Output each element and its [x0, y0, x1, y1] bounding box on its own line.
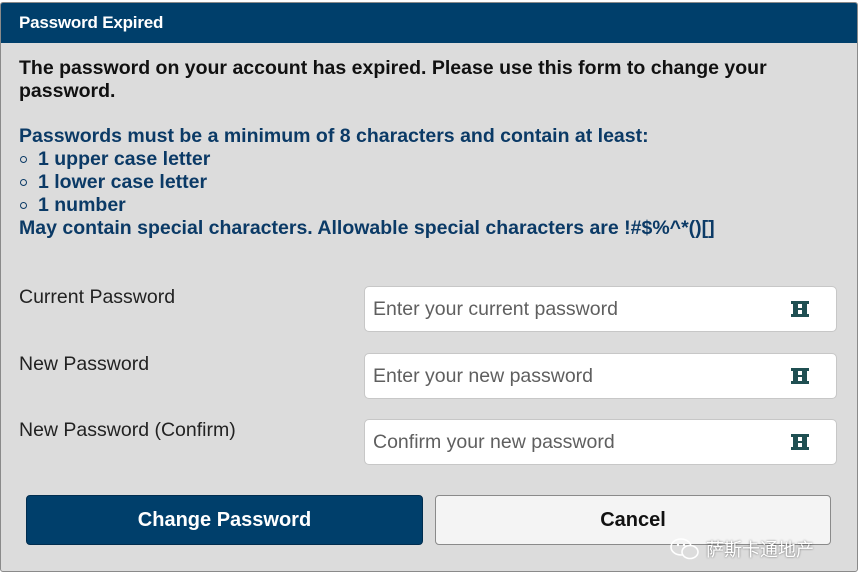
requirement-item: 1 upper case letter [19, 148, 839, 171]
new-password-row: New Password [19, 353, 837, 399]
eye-reveal-icon[interactable] [791, 434, 809, 450]
new-password-field [364, 353, 837, 399]
current-password-input[interactable] [373, 287, 773, 331]
eye-reveal-icon[interactable] [791, 368, 809, 384]
change-password-button[interactable]: Change Password [26, 495, 423, 545]
confirm-password-row: New Password (Confirm) [19, 419, 837, 465]
password-expired-dialog: Password Expired The password on your ac… [0, 2, 858, 572]
watermark-text: 萨斯卡通地产 [706, 540, 814, 560]
requirement-item: 1 number [19, 194, 839, 217]
requirements-heading: Passwords must be a minimum of 8 charact… [19, 125, 649, 147]
eye-reveal-icon[interactable] [791, 301, 809, 317]
special-characters-note: May contain special characters. Allowabl… [19, 217, 715, 239]
confirm-password-label: New Password (Confirm) [19, 419, 236, 441]
new-password-input[interactable] [373, 354, 773, 398]
current-password-row: Current Password [19, 286, 837, 332]
watermark: 萨斯卡通地产 [670, 536, 814, 562]
confirm-password-input[interactable] [373, 420, 773, 464]
requirement-item: 1 lower case letter [19, 171, 839, 194]
requirements-list: 1 upper case letter 1 lower case letter … [19, 148, 839, 217]
confirm-password-field [364, 419, 837, 465]
new-password-label: New Password [19, 353, 150, 375]
password-requirements: Passwords must be a minimum of 8 charact… [19, 125, 839, 240]
current-password-field [364, 286, 837, 332]
dialog-content: The password on your account has expired… [1, 43, 857, 240]
wechat-icon [670, 538, 699, 560]
current-password-label: Current Password [19, 286, 176, 308]
dialog-title: Password Expired [1, 3, 857, 43]
expired-message: The password on your account has expired… [19, 57, 767, 102]
